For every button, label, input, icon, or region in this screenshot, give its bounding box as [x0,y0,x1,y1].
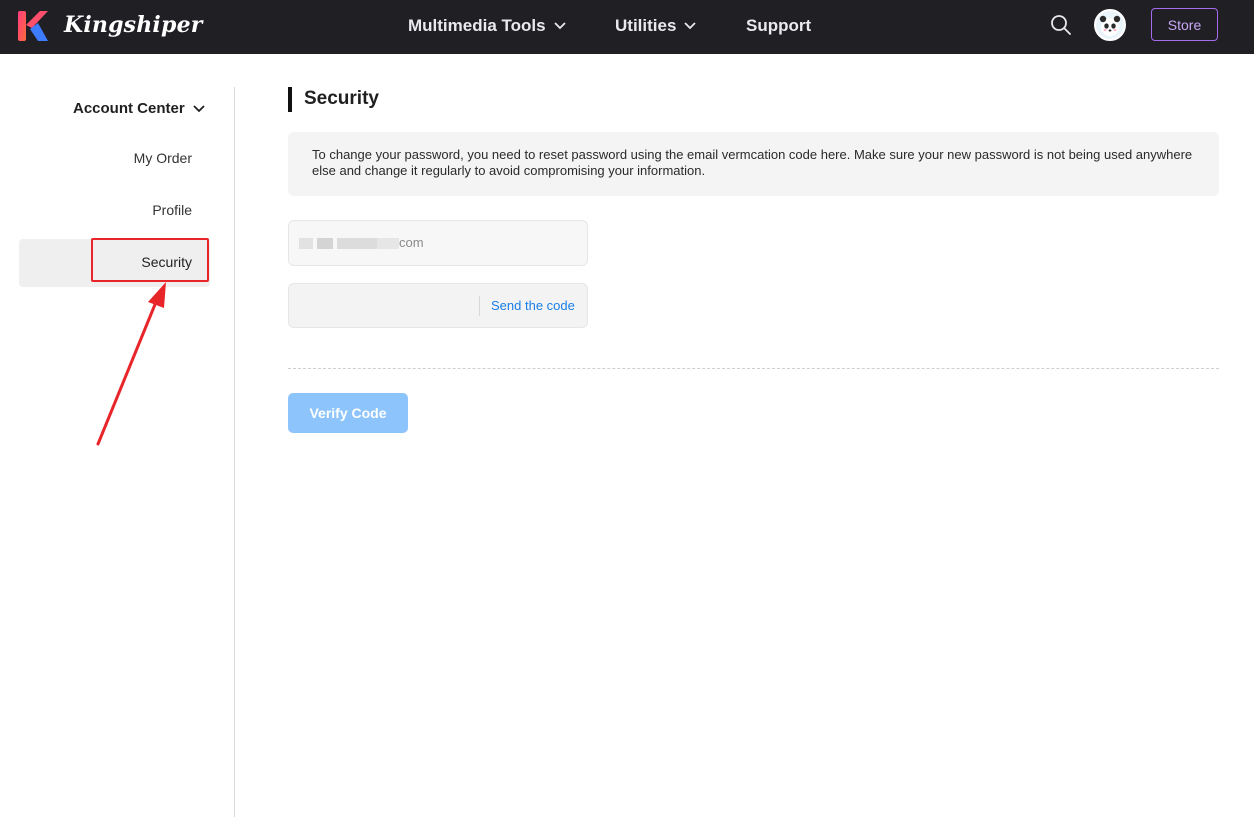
nav-support-label: Support [746,16,812,35]
nav-utilities-label: Utilities [615,16,677,35]
nav-multimedia-tools-label: Multimedia Tools [408,16,546,35]
title-accent-bar [288,87,292,112]
verification-code-input[interactable]: Send the code [288,283,588,328]
kingshiper-logo-icon[interactable] [18,11,48,41]
nav-support[interactable]: Support [746,16,811,36]
chevron-down-icon [684,22,697,30]
nav-multimedia-tools[interactable]: Multimedia Tools [408,16,566,36]
masked-email-segment [377,238,399,249]
masked-email-segment [337,238,377,249]
masked-email-segment [299,238,313,249]
code-field-separator [479,296,480,316]
account-center-label: Account Center [73,100,185,117]
email-suffix: com [399,235,424,250]
sidebar-item-my-order[interactable]: My Order [134,150,192,166]
sidebar-item-profile[interactable]: Profile [152,202,192,218]
brand-name[interactable]: Kingshiper [64,12,203,38]
nav-utilities[interactable]: Utilities [615,16,697,36]
sidebar-divider [234,87,235,817]
search-icon[interactable] [1050,14,1072,36]
chevron-down-icon [193,104,205,112]
security-notice-text: To change your password, you need to res… [312,147,1193,178]
account-center-toggle[interactable]: Account Center [73,100,205,117]
verify-code-button[interactable]: Verify Code [288,393,408,433]
page-title: Security [304,88,379,109]
sidebar-item-security[interactable]: Security [141,254,192,270]
store-button[interactable]: Store [1151,8,1218,41]
masked-email-segment [317,238,333,249]
send-code-link[interactable]: Send the code [491,298,575,313]
chevron-down-icon [553,22,566,30]
email-field[interactable]: com [288,220,588,266]
annotation-arrow-icon [96,282,166,446]
panda-avatar-icon [1099,15,1121,36]
top-navigation-bar: Kingshiper Multimedia Tools Utilities Su… [0,0,1254,54]
user-avatar[interactable] [1094,9,1126,41]
section-divider [288,368,1219,369]
security-notice: To change your password, you need to res… [288,132,1219,196]
